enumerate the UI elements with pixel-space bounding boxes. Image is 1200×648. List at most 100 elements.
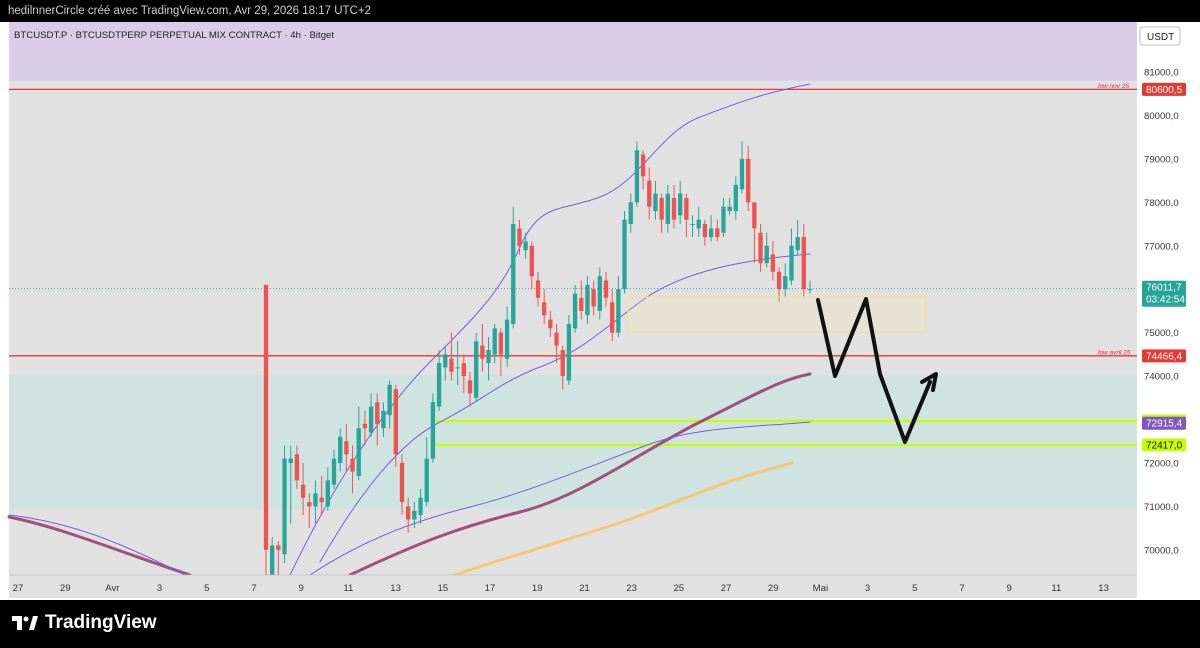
y-tick-label: 78000,0 [1144, 198, 1179, 209]
x-tick-label: 17 [485, 583, 496, 594]
x-tick-label: 29 [60, 583, 71, 594]
x-axis-bg [9, 575, 1137, 598]
candle-body [721, 206, 726, 233]
x-tick-label: 7 [251, 583, 256, 594]
candle-body [381, 410, 386, 429]
candle-body [492, 328, 497, 355]
candle-body [313, 493, 318, 507]
candle-body [523, 241, 528, 251]
candle-body [331, 458, 337, 485]
candle-body [307, 502, 312, 507]
brand-name: TradingView [45, 612, 157, 633]
candle-body [560, 350, 565, 377]
candle-body [319, 497, 324, 503]
x-tick-label: 29 [768, 583, 779, 594]
price-label-2: 74466,4 [1146, 351, 1183, 362]
price-label-5: 72417,0 [1146, 440, 1183, 451]
candle-body [554, 332, 559, 346]
price-labels: 80600,576011,703:42:5474466,472965,27291… [1142, 82, 1186, 452]
candle-body [795, 237, 800, 251]
price-label-0: 80600,5 [1146, 85, 1183, 96]
candle-body [344, 441, 349, 455]
price-label-1: 76011,7 [1146, 283, 1182, 294]
candle-body [764, 245, 769, 264]
candle-body [665, 193, 670, 225]
candle-body [789, 245, 794, 281]
candle-body [455, 367, 460, 369]
candle-body [480, 345, 485, 359]
candle-body [647, 180, 652, 207]
tradingview-logo-icon [12, 616, 38, 630]
candle-body [603, 280, 609, 298]
candle-body [708, 228, 714, 238]
candle-body [393, 389, 398, 455]
x-tick-label: 11 [343, 583, 353, 594]
tradingview-brand: TradingView [12, 612, 157, 634]
candle-body [610, 302, 615, 333]
x-tick-label: 15 [437, 583, 448, 594]
candle-body [300, 484, 306, 498]
candle-body [727, 206, 732, 212]
candle-body [591, 289, 596, 307]
candle-body [572, 293, 578, 329]
candle-body [474, 341, 479, 398]
candle-body [517, 228, 522, 246]
footer [0, 600, 1200, 648]
x-tick-label: 23 [626, 583, 637, 594]
x-tick-label: 19 [532, 583, 543, 594]
candle-body [338, 436, 343, 463]
candle-body [387, 384, 392, 416]
x-tick-label: 21 [579, 583, 590, 594]
y-tick-label: 77000,0 [1144, 241, 1179, 252]
candle-body [362, 423, 368, 429]
candle-body [436, 363, 442, 407]
candle-body [350, 458, 355, 472]
y-tick-label: 75000,0 [1144, 328, 1179, 339]
candle-body [733, 184, 738, 212]
candle-body [270, 545, 275, 575]
candle-body [548, 319, 553, 329]
candle-body [412, 510, 417, 520]
x-tick-label: 5 [912, 583, 917, 594]
price-label-4: 72915,4 [1146, 419, 1183, 430]
x-tick-label: 27 [13, 583, 24, 594]
candle-body [616, 289, 621, 333]
x-tick-label: 11 [1051, 583, 1061, 594]
x-tick-label: 27 [721, 583, 732, 594]
candle-body [640, 154, 646, 177]
zone-1 [9, 375, 1137, 509]
candle-body [678, 193, 683, 216]
chart-canvas[interactable]: low nov 25 low avril 25 BTCUSDT.P · BTCUS… [0, 22, 1200, 600]
candle-body [443, 354, 448, 368]
candle-body [801, 237, 806, 290]
candle-body [418, 497, 423, 516]
candle-body [597, 276, 602, 311]
candle-body [671, 197, 677, 220]
candle-body [276, 545, 281, 550]
candle-body [535, 280, 541, 298]
candle-body [288, 458, 293, 463]
candle-body [752, 202, 757, 229]
candle-body [529, 245, 534, 277]
target-zone-rect[interactable] [627, 296, 927, 333]
x-tick-label: 13 [390, 583, 401, 594]
y-axis: 81000,0 80000,0 79000,0 78000,0 77000,0 75000… [1144, 68, 1179, 557]
candle-body [461, 363, 466, 377]
candle-body [684, 197, 689, 220]
candle-body [776, 271, 782, 290]
candle-body [622, 219, 627, 290]
candle-body [325, 480, 330, 507]
candle-body [783, 276, 788, 290]
x-tick-label: 9 [299, 583, 304, 594]
candle-body [498, 332, 504, 355]
x-tick-label: 3 [865, 583, 870, 594]
candle-body [282, 458, 287, 555]
x-tick-label: Mai [813, 583, 828, 594]
candle-body [511, 224, 516, 324]
x-tick-label: 13 [1098, 583, 1109, 594]
candle-body [746, 158, 751, 203]
x-tick-label: 25 [673, 583, 684, 594]
candle-body [449, 358, 454, 372]
watermark-header: hedilnnerCircle créé avec TradingView.co… [8, 5, 371, 17]
candle-body [399, 462, 405, 503]
